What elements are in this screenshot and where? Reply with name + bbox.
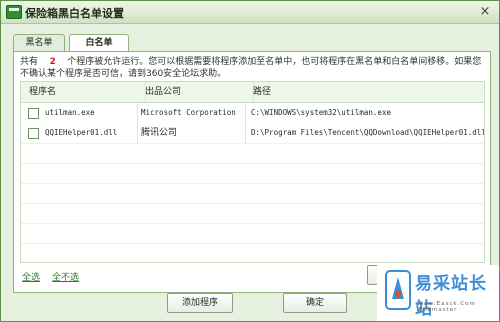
site-watermark: 易采站长站 Www.Easck.Com Webmaster	[377, 265, 499, 321]
select-none-link[interactable]: 全不选	[52, 270, 79, 283]
table-header: 程序名 出品公司 路径	[21, 82, 484, 103]
program-company: 腾讯公司	[137, 123, 246, 143]
header-program-name[interactable]: 程序名	[21, 82, 146, 102]
ok-button[interactable]: 确定	[283, 293, 347, 313]
window-title: 保险箱黑白名单设置	[25, 7, 124, 20]
program-company: Microsoft Corporation	[137, 103, 246, 123]
watermark-logo-icon	[385, 270, 411, 310]
title-bar: 保险箱黑白名单设置 ×	[1, 1, 499, 24]
tab-blacklist[interactable]: 黑名单	[13, 34, 65, 52]
table-gridline	[21, 143, 484, 144]
watermark-subtext: Www.Easck.Com Webmaster	[417, 301, 476, 313]
safebox-app-icon	[6, 5, 22, 19]
description-prefix: 共有	[20, 57, 39, 67]
settings-window: 保险箱黑白名单设置 × 黑名单 白名单 共有 2 个程序被允许运行。您可以根据需…	[0, 0, 500, 322]
program-path: D:\Program Files\Tencent\QQDownload\QQIE…	[251, 128, 484, 137]
description-text: 共有 2 个程序被允许运行。您可以根据需要将程序添加至名单中，也可将程序在黑名单…	[20, 56, 482, 80]
add-program-button[interactable]: 添加程序	[167, 293, 233, 313]
table-gridline	[21, 183, 484, 184]
description-body: 个程序被允许运行。您可以根据需要将程序添加至名单中，也可将程序在黑名单和白名单间…	[20, 57, 482, 79]
table-gridline	[21, 243, 484, 244]
select-all-link[interactable]: 全选	[22, 270, 40, 283]
close-button[interactable]: ×	[477, 4, 493, 20]
program-name: QQIEHelper01.dll	[21, 123, 138, 143]
table-gridline	[21, 163, 484, 164]
program-count: 2	[49, 57, 56, 67]
program-name: utilman.exe	[21, 103, 138, 123]
program-path: C:\WINDOWS\system32\utilman.exe	[251, 108, 391, 117]
table-row[interactable]: QQIEHelper01.dll 腾讯公司 D:\Program Files\T…	[21, 123, 484, 143]
table-row[interactable]: utilman.exe Microsoft Corporation C:\WIN…	[21, 103, 484, 123]
table-gridline	[21, 223, 484, 224]
table-gridline	[21, 203, 484, 204]
header-path[interactable]: 路径	[245, 82, 484, 102]
whitelist-panel: 共有 2 个程序被允许运行。您可以根据需要将程序添加至名单中，也可将程序在黑名单…	[13, 51, 491, 293]
program-table: 程序名 出品公司 路径 utilman.exe Microsoft Corpor…	[20, 81, 485, 263]
header-company[interactable]: 出品公司	[137, 82, 254, 102]
